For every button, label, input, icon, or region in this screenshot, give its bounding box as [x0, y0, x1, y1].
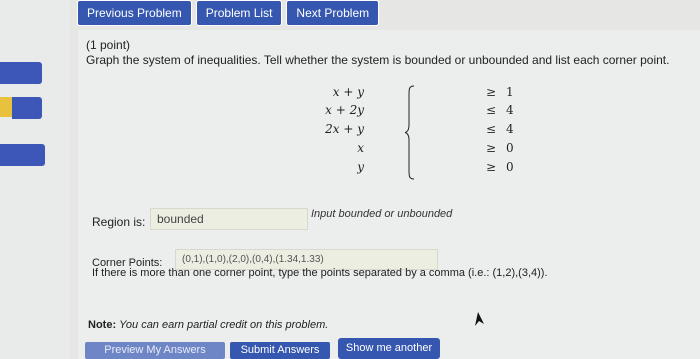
problem-list-button[interactable]: Problem List: [195, 0, 283, 26]
mouse-cursor-icon: [475, 312, 484, 326]
note-label: Note:: [88, 319, 117, 331]
point-value: (1 point): [86, 38, 131, 52]
submit-answers-button[interactable]: Submit Answers: [230, 342, 330, 359]
partial-credit-note: Note: You can earn partial credit on thi…: [88, 319, 328, 331]
note-text: You can earn partial credit on this prob…: [119, 319, 329, 331]
problem-navigation: Previous Problem Problem List Next Probl…: [77, 0, 380, 26]
inequality-system: x + y ≥ 1 x + 2y ≤ 4 2x + y ≤ 4 x ≥ 0 y …: [325, 85, 515, 180]
sidebar-bar[interactable]: [12, 97, 42, 119]
region-input[interactable]: bounded: [150, 208, 308, 230]
show-another-button[interactable]: Show me another: [338, 338, 440, 359]
preview-answers-button[interactable]: Preview My Answers: [85, 342, 225, 359]
sidebar-bar[interactable]: [0, 144, 45, 166]
problem-instruction: Graph the system of inequalities. Tell w…: [86, 53, 670, 67]
region-hint: Input bounded or unbounded: [311, 208, 453, 220]
sidebar-marker: [0, 97, 12, 117]
sidebar-bar[interactable]: [0, 62, 42, 84]
previous-problem-button[interactable]: Previous Problem: [77, 0, 192, 26]
next-problem-button[interactable]: Next Problem: [286, 0, 380, 26]
corner-points-note: If there is more than one corner point, …: [92, 267, 548, 279]
left-brace: [405, 85, 415, 180]
problem-panel: [78, 30, 700, 359]
region-label: Region is:: [92, 215, 146, 229]
left-sidebar: [0, 0, 70, 359]
